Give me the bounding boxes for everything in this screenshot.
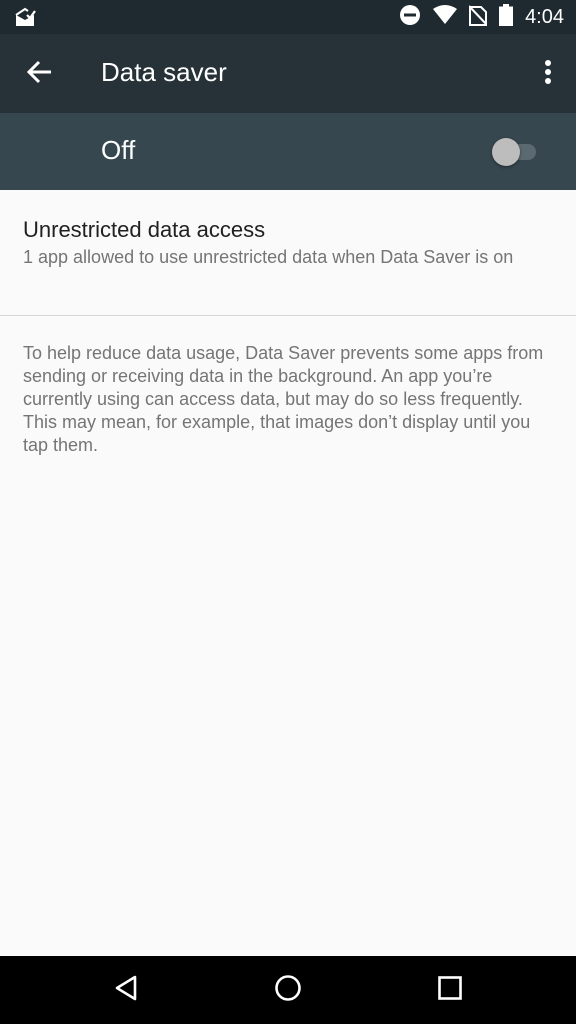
notification-mail-icon <box>14 6 36 28</box>
status-time: 4:04 <box>525 5 564 28</box>
do-not-disturb-icon <box>399 4 421 31</box>
home-circle-icon <box>274 974 302 1007</box>
more-vert-icon <box>544 59 552 90</box>
navigation-bar <box>0 956 576 1024</box>
battery-icon <box>499 3 514 31</box>
data-saver-toggle[interactable] <box>490 136 542 168</box>
item-title: Unrestricted data access <box>23 217 266 242</box>
app-bar: Data saver <box>0 34 576 113</box>
divider <box>0 315 576 316</box>
wifi-icon <box>433 4 458 30</box>
item-summary: 1 app allowed to use unrestricted data w… <box>23 247 514 267</box>
description-text: To help reduce data usage, Data Saver pr… <box>23 343 544 455</box>
back-triangle-icon <box>113 974 139 1007</box>
overflow-menu-button[interactable] <box>536 54 560 94</box>
master-switch-bar[interactable]: Off <box>0 113 576 190</box>
back-button[interactable] <box>20 54 60 94</box>
nav-recents-button[interactable] <box>430 970 470 1010</box>
nav-back-button[interactable] <box>106 970 146 1010</box>
page-title: Data saver <box>101 57 227 87</box>
toggle-thumb <box>492 138 520 166</box>
status-bar: 4:04 <box>0 0 576 34</box>
no-sim-icon <box>468 4 488 31</box>
arrow-back-icon <box>26 60 53 89</box>
recents-square-icon <box>437 975 463 1006</box>
unrestricted-data-access-item[interactable]: Unrestricted data access 1 app allowed t… <box>0 190 576 315</box>
nav-home-button[interactable] <box>268 970 308 1010</box>
switch-state-label: Off <box>101 135 136 165</box>
